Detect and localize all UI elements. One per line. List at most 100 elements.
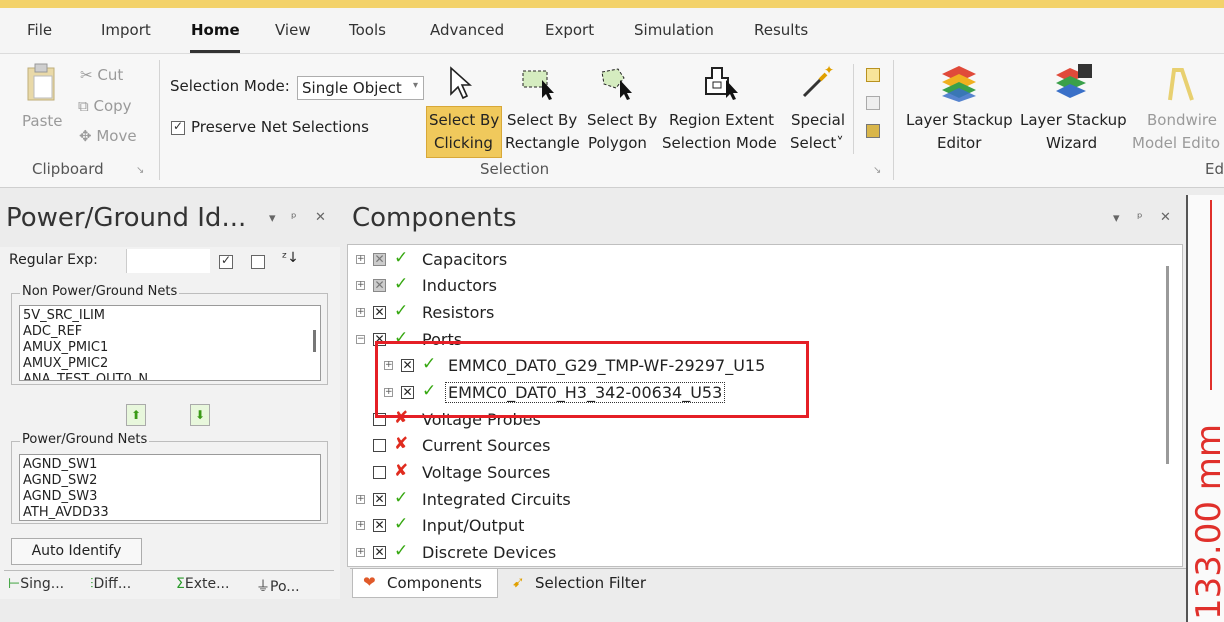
list-item[interactable]: ADC_REF (23, 324, 317, 340)
tab-power-ground[interactable]: ⏚Po... (256, 576, 300, 596)
tree-checkbox[interactable] (373, 466, 386, 479)
special-select-l2[interactable]: Select˅ (790, 134, 844, 152)
expand-icon[interactable]: + (356, 521, 365, 530)
list-item[interactable]: 5V_SRC_ILIM (23, 308, 317, 324)
tree-item-label: Current Sources (422, 436, 551, 455)
red-x-icon: ✘ (394, 461, 409, 481)
menu-simulation[interactable]: Simulation (634, 21, 714, 39)
menu-file[interactable]: File (27, 21, 52, 39)
list-item[interactable]: AGND_SW1 (23, 457, 317, 473)
region-extent-l1[interactable]: Region Extent (669, 111, 774, 129)
power-ground-panel-title: Power/Ground Id... (6, 203, 247, 233)
paste-icon (24, 62, 60, 106)
list-item[interactable]: AMUX_PMIC2 (23, 356, 317, 372)
cut-button[interactable]: ✂ Cut (80, 66, 123, 84)
cursor-arrow-icon (448, 66, 473, 104)
menu-import[interactable]: Import (101, 21, 151, 39)
menu-advanced[interactable]: Advanced (430, 21, 504, 39)
green-check-icon: ✓ (394, 248, 409, 268)
move-up-button[interactable]: ⬆ (126, 404, 146, 426)
select-by-clicking-l1[interactable]: Select By (429, 111, 499, 129)
pin-icon[interactable]: ᵖ (291, 211, 297, 226)
select-small-icon-2[interactable] (866, 96, 880, 110)
list-item[interactable]: AGND_SW2 (23, 473, 317, 489)
move-button[interactable]: ✥ Move (79, 127, 137, 145)
tab-components[interactable]: ❤ Components (352, 569, 498, 598)
layer-stackup-editor-l2[interactable]: Editor (937, 134, 981, 152)
tree-checkbox[interactable]: ✕ (373, 306, 386, 319)
menu-results[interactable]: Results (754, 21, 808, 39)
list-item[interactable]: ATH_AVDD33 (23, 505, 317, 520)
tree-checkbox[interactable]: ✕ (373, 493, 386, 506)
collapse-icon[interactable]: − (356, 335, 365, 344)
tree-item-label: Capacitors (422, 250, 508, 269)
move-icon: ✥ (79, 127, 97, 145)
tree-checkbox[interactable]: ✕ (373, 519, 386, 532)
layer-stackup-wizard-l1[interactable]: Layer Stackup (1020, 111, 1127, 129)
edit-group-label: Ed (1205, 160, 1224, 178)
clipboard-launcher-icon[interactable]: ↘ (136, 165, 144, 176)
list-item[interactable]: AGND_SW3 (23, 489, 317, 505)
panel-options-icon[interactable]: ▾ (269, 211, 276, 226)
menu-export[interactable]: Export (545, 21, 594, 39)
extended-icon: Σ (176, 576, 185, 592)
region-extent-l2[interactable]: Selection Mode (662, 134, 777, 152)
tree-checkbox[interactable]: ✕ (373, 253, 386, 266)
list-item[interactable]: AMUX_PMIC1 (23, 340, 317, 356)
select-by-polygon-l1[interactable]: Select By (587, 111, 657, 129)
menu-tools[interactable]: Tools (349, 21, 386, 39)
non-pg-list[interactable]: 5V_SRC_ILIM ADC_REF AMUX_PMIC1 AMUX_PMIC… (19, 305, 321, 381)
region-extent-icon (700, 64, 742, 104)
bondwire-l2[interactable]: Model Edito (1132, 134, 1220, 152)
pg-list[interactable]: AGND_SW1 AGND_SW2 AGND_SW3 ATH_AVDD33 (19, 454, 321, 521)
move-down-button[interactable]: ⬇ (190, 404, 210, 426)
arrow-down-icon: ⬇ (194, 408, 206, 422)
check-all-checkbox[interactable] (219, 253, 233, 269)
menu-view[interactable]: View (275, 21, 311, 39)
bondwire-l1[interactable]: Bondwire (1147, 111, 1217, 129)
select-by-rectangle-l2[interactable]: Rectangle (505, 134, 580, 152)
panel-options-icon[interactable]: ▾ (1113, 211, 1120, 226)
tree-scrollbar[interactable] (1166, 266, 1169, 464)
list-scrollbar[interactable] (313, 330, 316, 352)
tab-label: Diff... (93, 576, 132, 592)
sort-icon[interactable]: ᶻ↓ (282, 250, 299, 266)
expand-icon[interactable]: + (356, 255, 365, 264)
select-by-clicking-l2[interactable]: Clicking (434, 134, 493, 152)
tab-selection-filter[interactable]: ➹ Selection Filter (510, 569, 660, 598)
uncheck-all-checkbox[interactable] (251, 255, 265, 269)
preserve-net-checkbox[interactable] (171, 119, 185, 135)
selection-mode-dropdown[interactable]: Single Object ▾ (297, 76, 424, 100)
menu-home[interactable]: Home (191, 21, 240, 39)
layer-stackup-editor-l1[interactable]: Layer Stackup (906, 111, 1013, 129)
green-check-icon: ✓ (394, 301, 409, 321)
tab-extended[interactable]: ΣExte... (176, 576, 229, 592)
expand-icon[interactable]: + (356, 495, 365, 504)
select-by-rectangle-l1[interactable]: Select By (507, 111, 577, 129)
close-icon[interactable]: ✕ (315, 210, 326, 225)
tree-checkbox[interactable]: ✕ (373, 546, 386, 559)
close-icon[interactable]: ✕ (1160, 210, 1171, 225)
expand-icon[interactable]: + (356, 308, 365, 317)
select-by-polygon-l2[interactable]: Polygon (588, 134, 647, 152)
selection-launcher-icon[interactable]: ↘ (873, 165, 881, 176)
select-small-icon-3[interactable] (866, 124, 880, 138)
list-item[interactable]: ANA_TEST_OUT0_N (23, 372, 317, 380)
selection-group-label: Selection (480, 160, 550, 178)
tab-single-ended[interactable]: ⊢Sing... (8, 576, 64, 592)
tab-differential[interactable]: ⫶Diff... (90, 576, 131, 592)
non-pg-label: Non Power/Ground Nets (20, 284, 180, 299)
paste-button[interactable]: Paste (22, 112, 63, 130)
regexp-input[interactable] (126, 249, 210, 273)
special-select-l1[interactable]: Special (791, 111, 845, 129)
expand-icon[interactable]: + (356, 548, 365, 557)
tree-item-label: Voltage Sources (422, 463, 551, 482)
tree-checkbox[interactable] (373, 439, 386, 452)
copy-button[interactable]: ⧉ Copy (78, 97, 132, 115)
tree-checkbox[interactable]: ✕ (373, 279, 386, 292)
pin-icon[interactable]: ᵖ (1137, 211, 1143, 226)
expand-icon[interactable]: + (356, 281, 365, 290)
layer-stackup-wizard-l2[interactable]: Wizard (1046, 134, 1097, 152)
auto-identify-button[interactable]: Auto Identify (11, 538, 142, 565)
select-small-icon-1[interactable] (866, 68, 880, 82)
